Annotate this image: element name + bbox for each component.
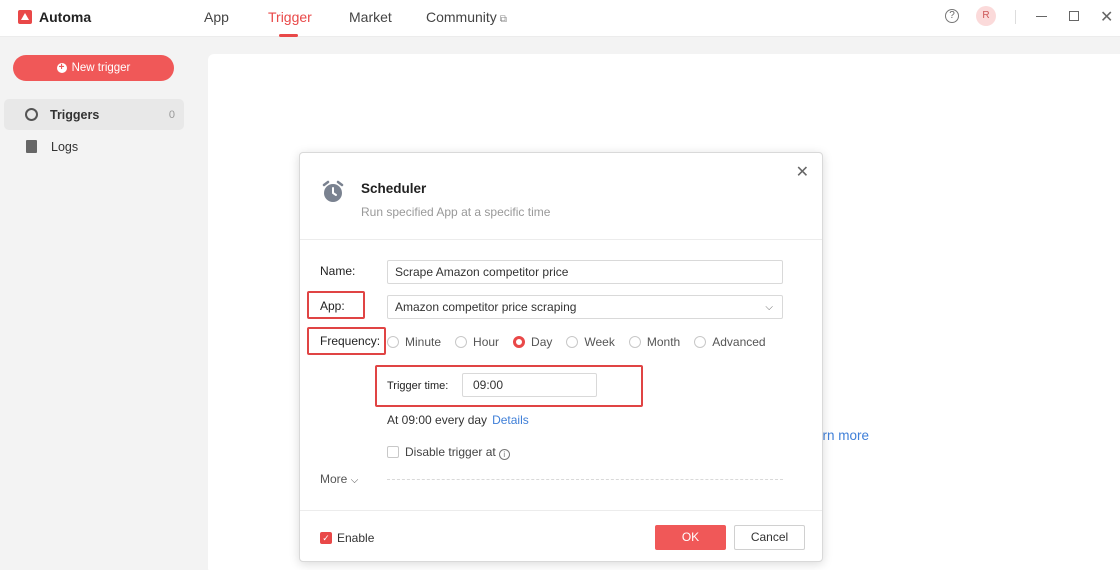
radio-icon: [566, 336, 579, 348]
radio-label: Hour: [473, 335, 500, 349]
radio-advanced[interactable]: Advanced: [694, 335, 766, 349]
ok-button[interactable]: OK: [655, 525, 726, 550]
radio-month[interactable]: Month: [628, 335, 681, 349]
enable-checkbox[interactable]: ✓: [320, 532, 332, 544]
radio-day[interactable]: Day: [513, 335, 552, 349]
more-label: More: [320, 472, 348, 486]
avatar[interactable]: R: [976, 6, 996, 26]
top-bar: Automa App Trigger Market Community ⧉ ? R…: [0, 0, 1120, 37]
triggers-count: 0: [168, 108, 175, 121]
close-window-icon[interactable]: ✕: [1100, 7, 1113, 27]
trigger-icon: [25, 108, 38, 121]
radio-label: Advanced: [712, 335, 766, 349]
disable-trigger-label: Disable trigger at i: [405, 445, 510, 460]
radio-label: Month: [646, 335, 681, 349]
trigger-time-label: Trigger time:: [387, 380, 449, 392]
trigger-time-input[interactable]: 09:00: [462, 373, 597, 397]
disable-trigger-checkbox[interactable]: [387, 446, 399, 458]
maximize-icon[interactable]: [1069, 11, 1079, 21]
learn-more-link[interactable]: arn more: [815, 428, 869, 443]
dashed-divider: [387, 479, 783, 480]
sidebar: + New trigger Triggers 0 Logs: [0, 37, 192, 570]
document-icon: [26, 140, 37, 153]
external-link-icon: ⧉: [499, 14, 507, 25]
chevron-down-icon: ⌵: [765, 302, 773, 313]
app-label: App:: [320, 299, 345, 313]
new-trigger-button[interactable]: + New trigger: [13, 55, 174, 81]
app-logo[interactable]: Automa: [18, 9, 91, 25]
radio-icon: [387, 336, 399, 348]
radio-label: Week: [584, 335, 615, 349]
frequency-radio-group: Minute Hour Day Week Month Advanced: [387, 335, 780, 349]
sidebar-item-label: Logs: [51, 139, 79, 154]
close-icon[interactable]: ✕: [796, 162, 809, 182]
app-name: Automa: [39, 9, 92, 25]
name-field[interactable]: Scrape Amazon competitor price: [387, 260, 783, 284]
scheduler-dialog: ✕ Scheduler Run specified App at a speci…: [299, 152, 823, 562]
plus-icon: +: [56, 63, 67, 73]
details-link[interactable]: Details: [492, 413, 529, 427]
app-select[interactable]: Amazon competitor price scraping ⌵: [387, 295, 783, 319]
tab-trigger[interactable]: Trigger: [268, 9, 312, 25]
sidebar-item-label: Triggers: [50, 107, 100, 122]
divider: [1015, 10, 1016, 24]
more-toggle[interactable]: More ⌵: [320, 472, 358, 486]
radio-minute[interactable]: Minute: [387, 335, 441, 349]
disable-trigger-text: Disable trigger at: [405, 445, 496, 459]
radio-selected-icon: [513, 336, 526, 348]
radio-icon: [694, 336, 707, 348]
radio-hour[interactable]: Hour: [455, 335, 499, 349]
frequency-label: Frequency:: [320, 334, 381, 348]
automa-logo-icon: [18, 10, 32, 24]
radio-label: Day: [531, 335, 553, 349]
name-label: Name:: [320, 264, 356, 278]
info-icon[interactable]: i: [498, 449, 510, 460]
divider: [300, 239, 822, 240]
new-trigger-label: New trigger: [71, 62, 131, 74]
enable-label: Enable: [337, 531, 375, 545]
sidebar-item-logs[interactable]: Logs: [4, 131, 184, 162]
alarm-clock-icon: [322, 180, 344, 202]
tab-app[interactable]: App: [204, 9, 229, 25]
radio-icon: [628, 336, 641, 348]
tab-community[interactable]: Community ⧉: [426, 9, 507, 25]
tab-market[interactable]: Market: [349, 9, 392, 25]
help-icon[interactable]: ?: [945, 9, 959, 23]
divider: [300, 510, 822, 511]
schedule-summary: At 09:00 every day Details: [387, 413, 529, 427]
radio-week[interactable]: Week: [566, 335, 615, 349]
sidebar-item-triggers[interactable]: Triggers 0: [4, 99, 184, 130]
radio-label: Minute: [405, 335, 442, 349]
schedule-summary-text: At 09:00 every day: [387, 413, 488, 427]
chevron-down-icon: ⌵: [350, 475, 359, 486]
dialog-title: Scheduler: [361, 181, 427, 196]
app-select-value: Amazon competitor price scraping: [395, 300, 577, 314]
tab-community-label: Community: [426, 9, 497, 25]
minimize-icon[interactable]: [1036, 16, 1047, 17]
cancel-button[interactable]: Cancel: [734, 525, 805, 550]
radio-icon: [455, 336, 468, 348]
dialog-subtitle: Run specified App at a specific time: [361, 205, 551, 219]
